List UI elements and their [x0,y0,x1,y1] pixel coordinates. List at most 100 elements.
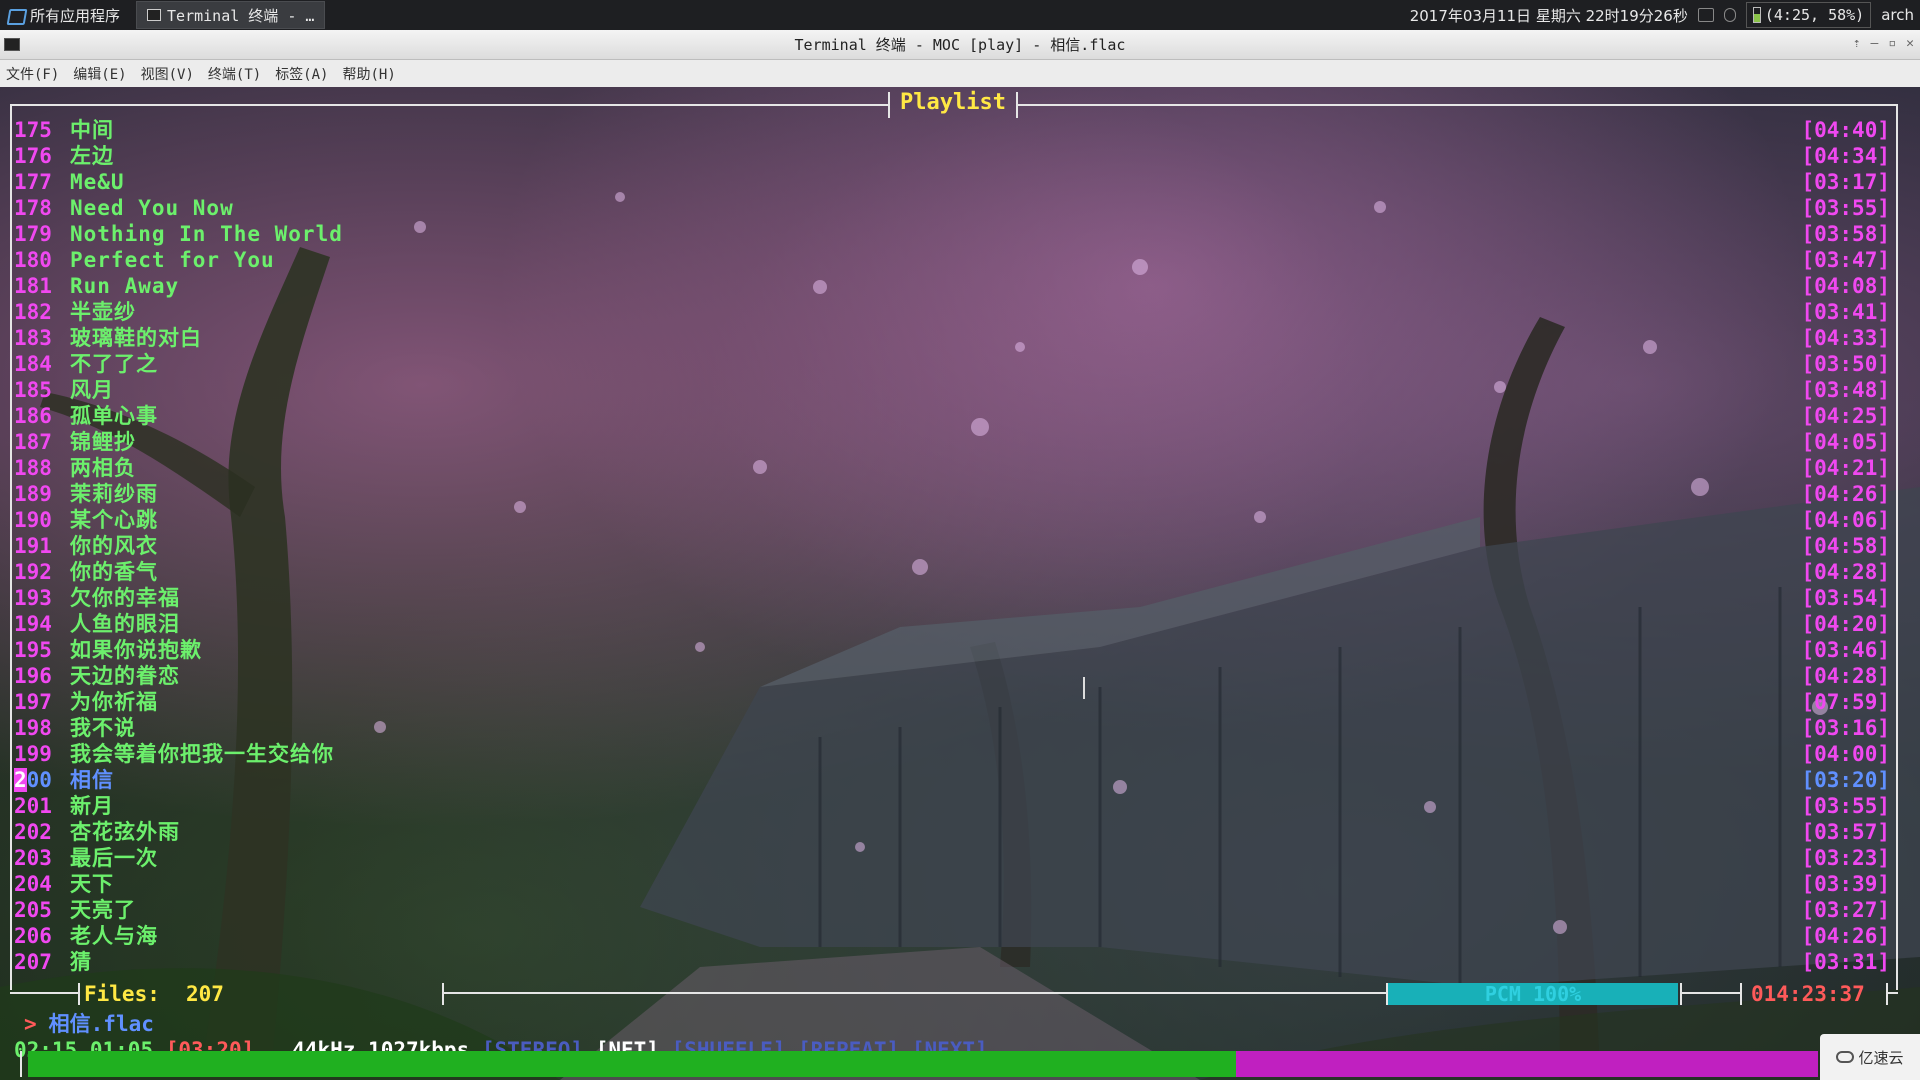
applications-menu[interactable]: 所有应用程序 [0,0,128,30]
playlist-row[interactable]: 179 Nothing In The World [03:58] [14,221,1894,247]
track-duration: [04:21] [1801,456,1890,480]
track-duration: [03:39] [1801,872,1890,896]
separator-segment [442,992,1388,994]
separator-segment [10,992,78,994]
track-duration: [04:08] [1801,274,1890,298]
track-duration: [03:55] [1801,196,1890,220]
battery-icon [1752,7,1761,23]
playlist-row[interactable]: 205 天亮了 [03:27] [14,897,1894,923]
window-titlebar[interactable]: Terminal 终端 - MOC [play] - 相信.flac ⇡ – ▫… [0,30,1920,60]
playlist-row[interactable]: 178 Need You Now [03:55] [14,195,1894,221]
playlist-row[interactable]: 185 风月 [03:48] [14,377,1894,403]
playlist-row[interactable]: 190 某个心跳 [04:06] [14,507,1894,533]
keyboard-icon[interactable] [1697,8,1714,22]
track-number: 182 [14,300,52,324]
track-title: 杏花弦外雨 [70,820,180,844]
menu-view[interactable]: 视图(V) [141,64,194,84]
track-number: 205 [14,898,52,922]
track-duration: [03:55] [1801,794,1890,818]
maximize-icon[interactable]: ▫ [1888,36,1896,51]
track-title: 新月 [70,794,114,818]
track-title: 风月 [70,378,114,402]
playlist-row[interactable]: 204 天下 [03:39] [14,871,1894,897]
menu-file[interactable]: 文件(F) [6,64,59,84]
window-terminal-icon[interactable] [4,38,20,51]
playlist-row[interactable]: 177 Me&U [03:17] [14,169,1894,195]
close-icon[interactable]: ✕ [1906,36,1914,51]
track-duration: [03:54] [1801,586,1890,610]
track-number: 193 [14,586,52,610]
progress-fill [28,1051,1237,1077]
track-number: 206 [14,924,52,948]
track-title: 某个心跳 [70,508,158,532]
playlist-row[interactable]: 188 两相负 [04:21] [14,455,1894,481]
playlist-row[interactable]: 193 欠你的幸福 [03:54] [14,585,1894,611]
playlist-row[interactable]: 194 人鱼的眼泪 [04:20] [14,611,1894,637]
watermark: 亿速云 [1820,1034,1920,1080]
menu-tabs[interactable]: 标签(A) [275,64,328,84]
shade-icon[interactable]: ⇡ [1853,36,1861,51]
playlist-row[interactable]: 180 Perfect for You [03:47] [14,247,1894,273]
playlist-row[interactable]: 203 最后一次 [03:23] [14,845,1894,871]
menu-help[interactable]: 帮助(H) [342,64,395,84]
playlist-row[interactable]: 207 猜 [03:31] [14,949,1894,975]
playlist-row[interactable]: 182 半壶纱 [03:41] [14,299,1894,325]
taskbar-terminal-button[interactable]: Terminal 终端 - … [136,1,326,29]
playlist-row[interactable]: 192 你的香气 [04:28] [14,559,1894,585]
watermark-label: 亿速云 [1858,1048,1904,1067]
network-icon[interactable] [1723,8,1736,22]
playlist-row[interactable]: 195 如果你说抱歉 [03:46] [14,637,1894,663]
clock[interactable]: 2017年03月11日 星期六 22时19分26秒 [1410,5,1688,26]
playlist-row[interactable]: 199 我会等着你把我一生交给你 [04:00] [14,741,1894,767]
playlist-row[interactable]: 184 不了了之 [03:50] [14,351,1894,377]
terminal-area[interactable]: Playlist 175 中间 [04:40] 176 左边 [04:34] 177 Me&U… [0,87,1920,1080]
track-title: 半壶纱 [70,300,136,324]
menu-terminal[interactable]: 终端(T) [208,64,261,84]
playlist-row[interactable]: 181 Run Away [04:08] [14,273,1894,299]
track-number: 197 [14,690,52,714]
minimize-icon[interactable]: – [1871,36,1879,51]
playlist[interactable]: 175 中间 [04:40] 176 左边 [04:34] 177 Me&U [03:17] 17… [14,117,1894,975]
track-duration: [03:48] [1801,378,1890,402]
playlist-row[interactable]: 191 你的风衣 [04:58] [14,533,1894,559]
track-number: 202 [14,820,52,844]
track-number: 188 [14,456,52,480]
track-title: 我不说 [70,716,136,740]
track-duration: [03:57] [1801,820,1890,844]
track-duration: [04:58] [1801,534,1890,558]
user-label[interactable]: arch [1881,6,1914,24]
menu-edit[interactable]: 编辑(E) [73,64,126,84]
track-duration: [03:20] [1801,768,1890,792]
separator-tick [1886,983,1888,1005]
track-duration: [03:58] [1801,222,1890,246]
playlist-row[interactable]: 176 左边 [04:34] [14,143,1894,169]
battery-indicator[interactable]: (4:25, 58%) [1745,2,1872,28]
playlist-row[interactable]: 189 茉莉纱雨 [04:26] [14,481,1894,507]
track-title: 左边 [70,144,114,168]
track-title: 中间 [70,118,114,142]
playlist-row[interactable]: 202 杏花弦外雨 [03:57] [14,819,1894,845]
separator-tick [78,983,80,1005]
playlist-row[interactable]: 186 孤单心事 [04:25] [14,403,1894,429]
playlist-row[interactable]: 206 老人与海 [04:26] [14,923,1894,949]
track-number: 177 [14,170,52,194]
playlist-row[interactable]: 175 中间 [04:40] [14,117,1894,143]
playlist-row[interactable]: 201 新月 [03:55] [14,793,1894,819]
playlist-row[interactable]: 187 锦鲤抄 [04:05] [14,429,1894,455]
playlist-info-line: Files: 207 PCM 100% 014:23:37 [10,983,1898,1013]
playlist-row[interactable]: 197 为你祈福 [07:59] [14,689,1894,715]
track-duration: [04:28] [1801,560,1890,584]
track-number: 180 [14,248,52,272]
track-title: 你的风衣 [70,534,158,558]
track-duration: [07:59] [1801,690,1890,714]
playlist-row[interactable]: 198 我不说 [03:16] [14,715,1894,741]
playlist-row[interactable]: 183 玻璃鞋的对白 [04:33] [14,325,1894,351]
track-title: 玻璃鞋的对白 [70,326,202,350]
playlist-row[interactable]: 200 相信 [03:20] [14,767,1894,793]
track-duration: [03:41] [1801,300,1890,324]
track-title: 天下 [70,872,114,896]
arch-logo-icon [6,6,24,24]
now-playing-arrow: > [24,1012,37,1036]
playlist-row[interactable]: 196 天边的眷恋 [04:28] [14,663,1894,689]
progress-bar[interactable] [28,1051,1818,1077]
